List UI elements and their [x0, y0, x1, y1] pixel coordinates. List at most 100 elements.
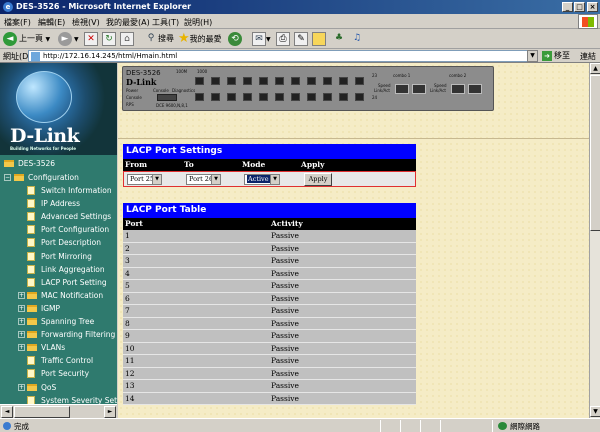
address-input[interactable]: http://172.16.14.245/html/Hmain.html	[28, 50, 538, 62]
mail-icon: ✉	[252, 31, 266, 46]
activity-cell: Passive	[271, 331, 299, 340]
expand-icon[interactable]: +	[18, 304, 25, 312]
lacp-settings-header: From To Mode Apply	[123, 159, 416, 171]
expand-icon[interactable]: +	[18, 318, 25, 325]
table-row: 12 Passive	[123, 367, 416, 380]
led-rps-label: RPS	[126, 102, 134, 107]
messenger-icon: ♣	[334, 32, 344, 43]
mail-button[interactable]: ✉ ▼	[252, 31, 271, 47]
print-button[interactable]: ⎙	[276, 31, 290, 47]
menu-favorites[interactable]: 我的最愛(A)	[106, 17, 150, 28]
brand-name: D-Link	[10, 125, 80, 147]
table-row: 13 Passive	[123, 380, 416, 393]
go-button[interactable]: ➜ 移至	[542, 50, 570, 61]
expand-icon[interactable]: +	[18, 291, 25, 299]
toolbar: ◄ 上一頁 ▼ ► ▼ ✕ ↻ ⌂ ⚲ 搜尋 ★我的最愛 ⟲ ✉ ▼ ⎙ ✎ ♣ ♫	[0, 29, 600, 49]
activity-cell: Passive	[271, 243, 299, 253]
ethernet-port	[227, 93, 236, 101]
port-cell: 8	[125, 318, 130, 328]
lacp-settings-section: LACP Port Settings From To Mode Apply Po…	[123, 144, 416, 187]
apply-button[interactable]: Apply	[304, 173, 332, 186]
table-row: 11 Passive	[123, 355, 416, 368]
lacp-settings-form: Port 25 ▼ Port 26 ▼ Active ▼ Apply	[123, 171, 416, 187]
favorites-button[interactable]: ★我的最愛	[178, 31, 222, 47]
links-button[interactable]: 連結	[580, 51, 596, 62]
menu-file[interactable]: 檔案(F)	[4, 17, 31, 28]
table-row: 9 Passive	[123, 330, 416, 343]
table-row: 10 Passive	[123, 342, 416, 355]
sidebar-item-label: MAC Notification	[41, 290, 104, 300]
port-cell: 12	[125, 368, 135, 378]
ethernet-port	[291, 93, 300, 101]
sfp-port	[468, 84, 482, 94]
to-port-value: Port 26	[189, 175, 214, 183]
console-port	[157, 94, 177, 101]
window-title: DES-3526 - Microsoft Internet Explorer	[16, 2, 192, 11]
globe-icon	[16, 71, 72, 123]
discuss-icon	[312, 31, 326, 46]
close-button[interactable]: ×	[587, 2, 598, 12]
stop-button[interactable]: ✕	[84, 31, 98, 47]
scroll-up-button[interactable]: ▲	[590, 63, 600, 74]
discuss-button[interactable]	[312, 31, 326, 47]
ethernet-port	[195, 77, 204, 85]
scroll-right-button[interactable]: ►	[104, 406, 116, 418]
to-port-select[interactable]: Port 26 ▼	[186, 174, 221, 185]
go-arrow-icon: ➜	[542, 51, 552, 61]
activity-cell: Passive	[271, 356, 299, 365]
expand-icon[interactable]: +	[18, 344, 25, 352]
activity-cell: Passive	[271, 231, 299, 240]
forward-button[interactable]: ► ▼	[58, 31, 79, 47]
sidebar-item-label: Traffic Control	[41, 356, 94, 366]
expand-icon[interactable]: +	[18, 331, 25, 339]
dce-label: DCE 9600,N,8,1	[156, 103, 188, 108]
expand-icon[interactable]: +	[18, 383, 25, 391]
menu-view[interactable]: 檢視(V)	[72, 17, 100, 28]
port-cell: 9	[125, 331, 130, 340]
sidebar-item-label: Port Description	[41, 238, 101, 248]
search-button[interactable]: ⚲ 搜尋	[144, 31, 174, 47]
sidebar-item-label: Advanced Settings	[41, 212, 112, 222]
edit-icon: ✎	[294, 31, 308, 46]
scroll-thumb[interactable]	[590, 75, 600, 231]
internet-zone-icon	[498, 422, 507, 430]
tree-root-label: DES-3526	[18, 159, 56, 168]
edit-button[interactable]: ✎	[294, 31, 308, 47]
page-icon	[27, 264, 35, 274]
messenger-button[interactable]: ♣	[332, 31, 346, 47]
activity-cell: Passive	[271, 343, 299, 353]
page-icon	[27, 238, 35, 248]
activity-cell: Passive	[271, 381, 299, 390]
lacp-table-header: Port Activity	[123, 218, 416, 230]
activity-cell: Passive	[271, 256, 299, 265]
menu-help[interactable]: 說明(H)	[184, 17, 212, 28]
scroll-down-button[interactable]: ▼	[590, 406, 600, 417]
activity-cell: Passive	[271, 268, 299, 278]
scroll-thumb[interactable]	[14, 406, 70, 418]
port-24-label: 24	[372, 95, 378, 100]
back-button[interactable]: ◄ 上一頁 ▼	[3, 31, 50, 47]
home-button[interactable]: ⌂	[120, 31, 134, 47]
mode-select[interactable]: Active ▼	[244, 174, 280, 185]
window-titlebar[interactable]: e DES-3526 - Microsoft Internet Explorer…	[0, 0, 600, 14]
ethernet-port	[243, 77, 252, 85]
lacp-table-section: LACP Port Table Port Activity 1 Passive 2 P…	[123, 203, 416, 405]
combo1-label: combo 1	[393, 73, 411, 78]
from-port-select[interactable]: Port 25 ▼	[127, 174, 162, 185]
history-button[interactable]: ⟲	[228, 31, 244, 47]
maximize-button[interactable]: □	[574, 2, 585, 12]
table-row: 4 Passive	[123, 267, 416, 280]
scroll-left-button[interactable]: ◄	[1, 406, 13, 418]
menu-edit[interactable]: 編輯(E)	[38, 17, 65, 28]
status-text: 完成	[14, 422, 29, 431]
refresh-button[interactable]: ↻	[102, 31, 116, 47]
lacp-table-body: 1 Passive 2 Passive 3 Passive 4 Passive 5 Passive…	[123, 230, 416, 405]
minimize-button[interactable]: _	[562, 2, 573, 12]
menu-tools[interactable]: 工具(T)	[152, 17, 179, 28]
media-button[interactable]: ♫	[350, 31, 364, 47]
address-dropdown-button[interactable]: ▼	[527, 50, 538, 62]
linkact-led-label-2: Link/Act	[430, 88, 446, 93]
sidebar-hscrollbar[interactable]: ◄ ►	[0, 404, 117, 418]
folder-icon	[27, 318, 37, 325]
content-vscrollbar[interactable]: ▲ ▼	[589, 63, 600, 418]
